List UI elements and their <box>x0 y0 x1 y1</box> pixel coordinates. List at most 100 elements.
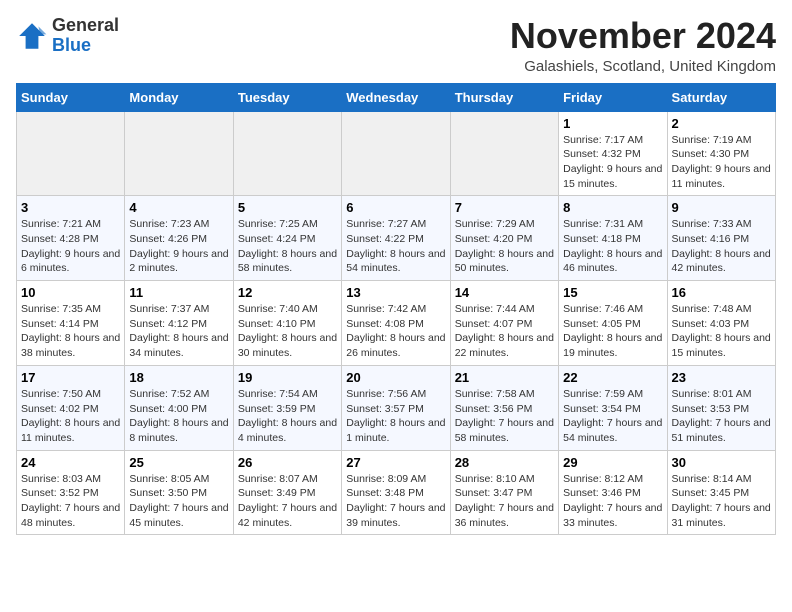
day-info: Sunrise: 7:23 AM Sunset: 4:26 PM Dayligh… <box>129 217 228 276</box>
header-tuesday: Tuesday <box>233 83 341 111</box>
header-wednesday: Wednesday <box>342 83 450 111</box>
day-number: 5 <box>238 200 337 215</box>
logo-icon <box>16 20 48 52</box>
header-friday: Friday <box>559 83 667 111</box>
day-number: 13 <box>346 285 445 300</box>
day-info: Sunrise: 7:59 AM Sunset: 3:54 PM Dayligh… <box>563 387 662 446</box>
calendar-cell <box>233 111 341 196</box>
day-number: 15 <box>563 285 662 300</box>
calendar-week-3: 17 Sunrise: 7:50 AM Sunset: 4:02 PM Dayli… <box>17 365 776 450</box>
day-info: Sunrise: 7:29 AM Sunset: 4:20 PM Dayligh… <box>455 217 554 276</box>
day-info: Sunrise: 7:48 AM Sunset: 4:03 PM Dayligh… <box>672 302 771 361</box>
day-info: Sunrise: 7:56 AM Sunset: 3:57 PM Dayligh… <box>346 387 445 446</box>
calendar-cell: 14Sunrise: 7:44 AM Sunset: 4:07 PM Dayli… <box>450 281 558 366</box>
day-number: 7 <box>455 200 554 215</box>
day-number: 17 <box>21 370 120 385</box>
day-info: Sunrise: 8:09 AM Sunset: 3:48 PM Dayligh… <box>346 472 445 531</box>
calendar-cell: 22 Sunrise: 7:59 AM Sunset: 3:54 PM Dayli… <box>559 365 667 450</box>
day-info: Sunrise: 8:14 AM Sunset: 3:45 PM Dayligh… <box>672 472 771 531</box>
day-number: 29 <box>563 455 662 470</box>
calendar-cell: 6Sunrise: 7:27 AM Sunset: 4:22 PM Daylig… <box>342 196 450 281</box>
calendar-cell: 7 Sunrise: 7:29 AM Sunset: 4:20 PM Daylig… <box>450 196 558 281</box>
day-info: Sunrise: 7:46 AM Sunset: 4:05 PM Dayligh… <box>563 302 662 361</box>
day-info: Sunrise: 7:25 AM Sunset: 4:24 PM Dayligh… <box>238 217 337 276</box>
calendar-cell: 26 Sunrise: 8:07 AM Sunset: 3:49 PM Dayli… <box>233 450 341 535</box>
calendar-header: Sunday Monday Tuesday Wednesday Thursday… <box>17 83 776 111</box>
calendar-cell: 17 Sunrise: 7:50 AM Sunset: 4:02 PM Dayli… <box>17 365 125 450</box>
day-number: 28 <box>455 455 554 470</box>
day-number: 22 <box>563 370 662 385</box>
day-number: 1 <box>563 116 662 131</box>
calendar-cell: 8 Sunrise: 7:31 AM Sunset: 4:18 PM Daylig… <box>559 196 667 281</box>
day-info: Sunrise: 7:50 AM Sunset: 4:02 PM Dayligh… <box>21 387 120 446</box>
day-info: Sunrise: 7:52 AM Sunset: 4:00 PM Dayligh… <box>129 387 228 446</box>
day-info: Sunrise: 7:35 AM Sunset: 4:14 PM Dayligh… <box>21 302 120 361</box>
calendar-cell: 9 Sunrise: 7:33 AM Sunset: 4:16 PM Daylig… <box>667 196 775 281</box>
day-number: 4 <box>129 200 228 215</box>
calendar-cell: 10 Sunrise: 7:35 AM Sunset: 4:14 PM Dayli… <box>17 281 125 366</box>
header-thursday: Thursday <box>450 83 558 111</box>
day-info: Sunrise: 7:21 AM Sunset: 4:28 PM Dayligh… <box>21 217 120 276</box>
calendar-cell: 25Sunrise: 8:05 AM Sunset: 3:50 PM Dayli… <box>125 450 233 535</box>
calendar-cell <box>342 111 450 196</box>
header-saturday: Saturday <box>667 83 775 111</box>
calendar-cell: 19 Sunrise: 7:54 AM Sunset: 3:59 PM Dayli… <box>233 365 341 450</box>
calendar-body: 1 Sunrise: 7:17 AM Sunset: 4:32 PM Daylig… <box>17 111 776 535</box>
day-number: 6 <box>346 200 445 215</box>
day-info: Sunrise: 7:58 AM Sunset: 3:56 PM Dayligh… <box>455 387 554 446</box>
calendar-cell: 13Sunrise: 7:42 AM Sunset: 4:08 PM Dayli… <box>342 281 450 366</box>
calendar-cell: 24 Sunrise: 8:03 AM Sunset: 3:52 PM Dayli… <box>17 450 125 535</box>
header-monday: Monday <box>125 83 233 111</box>
day-number: 19 <box>238 370 337 385</box>
day-number: 21 <box>455 370 554 385</box>
calendar-cell: 27Sunrise: 8:09 AM Sunset: 3:48 PM Dayli… <box>342 450 450 535</box>
calendar-cell: 12 Sunrise: 7:40 AM Sunset: 4:10 PM Dayli… <box>233 281 341 366</box>
day-number: 20 <box>346 370 445 385</box>
calendar-cell: 30 Sunrise: 8:14 AM Sunset: 3:45 PM Dayli… <box>667 450 775 535</box>
day-info: Sunrise: 8:03 AM Sunset: 3:52 PM Dayligh… <box>21 472 120 531</box>
day-info: Sunrise: 8:05 AM Sunset: 3:50 PM Dayligh… <box>129 472 228 531</box>
day-info: Sunrise: 7:17 AM Sunset: 4:32 PM Dayligh… <box>563 133 662 192</box>
day-info: Sunrise: 8:12 AM Sunset: 3:46 PM Dayligh… <box>563 472 662 531</box>
day-number: 12 <box>238 285 337 300</box>
calendar-cell: 5 Sunrise: 7:25 AM Sunset: 4:24 PM Daylig… <box>233 196 341 281</box>
calendar-cell <box>125 111 233 196</box>
day-number: 2 <box>672 116 771 131</box>
day-info: Sunrise: 7:40 AM Sunset: 4:10 PM Dayligh… <box>238 302 337 361</box>
day-info: Sunrise: 7:54 AM Sunset: 3:59 PM Dayligh… <box>238 387 337 446</box>
calendar-cell <box>450 111 558 196</box>
calendar-cell: 16 Sunrise: 7:48 AM Sunset: 4:03 PM Dayli… <box>667 281 775 366</box>
day-number: 3 <box>21 200 120 215</box>
calendar-cell: 15 Sunrise: 7:46 AM Sunset: 4:05 PM Dayli… <box>559 281 667 366</box>
day-number: 9 <box>672 200 771 215</box>
calendar-week-0: 1 Sunrise: 7:17 AM Sunset: 4:32 PM Daylig… <box>17 111 776 196</box>
day-number: 11 <box>129 285 228 300</box>
day-number: 30 <box>672 455 771 470</box>
day-info: Sunrise: 7:37 AM Sunset: 4:12 PM Dayligh… <box>129 302 228 361</box>
day-number: 18 <box>129 370 228 385</box>
day-number: 10 <box>21 285 120 300</box>
logo: General Blue <box>16 16 119 56</box>
day-info: Sunrise: 8:07 AM Sunset: 3:49 PM Dayligh… <box>238 472 337 531</box>
day-number: 24 <box>21 455 120 470</box>
calendar-cell: 21 Sunrise: 7:58 AM Sunset: 3:56 PM Dayli… <box>450 365 558 450</box>
day-number: 8 <box>563 200 662 215</box>
calendar-table: Sunday Monday Tuesday Wednesday Thursday… <box>16 83 776 536</box>
calendar-cell: 28 Sunrise: 8:10 AM Sunset: 3:47 PM Dayli… <box>450 450 558 535</box>
day-info: Sunrise: 8:10 AM Sunset: 3:47 PM Dayligh… <box>455 472 554 531</box>
header-row: Sunday Monday Tuesday Wednesday Thursday… <box>17 83 776 111</box>
day-info: Sunrise: 7:31 AM Sunset: 4:18 PM Dayligh… <box>563 217 662 276</box>
calendar-cell: 23Sunrise: 8:01 AM Sunset: 3:53 PM Dayli… <box>667 365 775 450</box>
day-info: Sunrise: 7:19 AM Sunset: 4:30 PM Dayligh… <box>672 133 771 192</box>
calendar-cell: 20 Sunrise: 7:56 AM Sunset: 3:57 PM Dayli… <box>342 365 450 450</box>
day-number: 26 <box>238 455 337 470</box>
day-info: Sunrise: 7:33 AM Sunset: 4:16 PM Dayligh… <box>672 217 771 276</box>
day-number: 16 <box>672 285 771 300</box>
calendar-cell: 1 Sunrise: 7:17 AM Sunset: 4:32 PM Daylig… <box>559 111 667 196</box>
day-info: Sunrise: 8:01 AM Sunset: 3:53 PM Dayligh… <box>672 387 771 446</box>
header-sunday: Sunday <box>17 83 125 111</box>
month-title: November 2024 <box>510 16 776 56</box>
calendar-cell: 4 Sunrise: 7:23 AM Sunset: 4:26 PM Daylig… <box>125 196 233 281</box>
header: General Blue November 2024 Galashiels, S… <box>16 16 776 75</box>
calendar-week-2: 10 Sunrise: 7:35 AM Sunset: 4:14 PM Dayli… <box>17 281 776 366</box>
